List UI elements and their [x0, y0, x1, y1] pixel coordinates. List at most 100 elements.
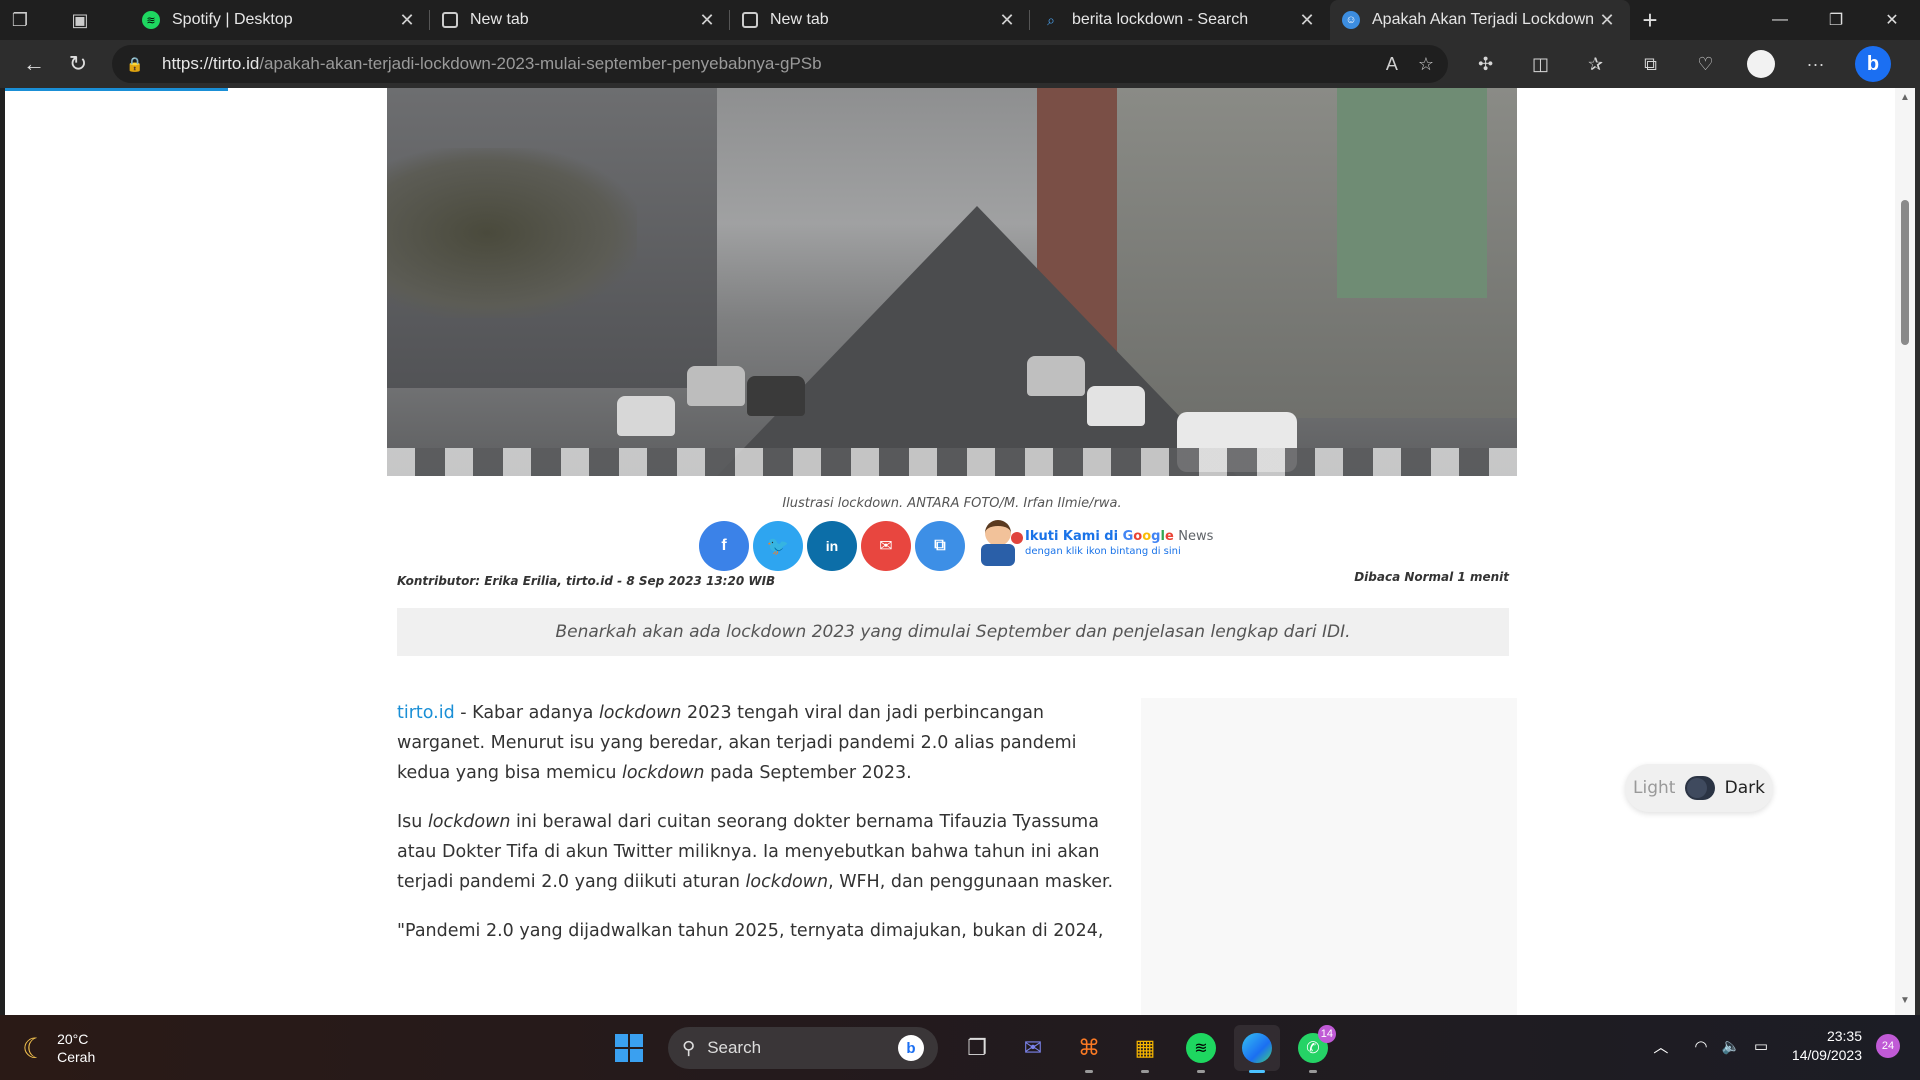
minimize-icon[interactable]: — — [1752, 0, 1808, 40]
wifi-icon[interactable]: ◠ — [1686, 1037, 1716, 1055]
close-window-icon[interactable]: ✕ — [1864, 0, 1920, 40]
article-summary: Benarkah akan ada lockdown 2023 yang dim… — [397, 608, 1509, 656]
whatsapp-badge: 14 — [1317, 1025, 1336, 1043]
address-bar[interactable]: 🔒 https://tirto.id /apakah-akan-terjadi-… — [112, 45, 1448, 83]
search-label: Search — [707, 1038, 762, 1057]
battery-icon[interactable]: ▭ — [1746, 1037, 1776, 1055]
image-caption: Ilustrasi lockdown. ANTARA FOTO/M. Irfan… — [782, 496, 1122, 511]
ad-placeholder — [1141, 698, 1517, 1015]
restore-icon[interactable]: ❐ — [1808, 0, 1864, 40]
bing-icon: b — [898, 1035, 924, 1061]
window-controls: — ❐ ✕ — [1752, 0, 1920, 40]
favorite-star-icon[interactable]: ☆ — [1418, 54, 1434, 75]
theme-switch[interactable] — [1685, 776, 1715, 800]
settings-more-icon[interactable]: ··· — [1788, 44, 1843, 84]
email-share-button[interactable]: ✉ — [861, 521, 911, 571]
paragraph: "Pandemi 2.0 yang dijadwalkan tahun 2025… — [397, 921, 1104, 941]
weather-condition: Cerah — [57, 1049, 96, 1065]
microsoft-store-icon[interactable]: ▦ — [1122, 1025, 1168, 1073]
source-link[interactable]: tirto.id — [397, 703, 455, 723]
close-icon[interactable]: ✕ — [696, 10, 718, 31]
twitter-share-button[interactable]: 🐦 — [753, 521, 803, 571]
google-news-prefix: Ikuti Kami di — [1025, 529, 1123, 544]
paragraph: tirto.id - Kabar adanya lockdown 2023 te… — [397, 703, 1077, 783]
article-hero-image — [387, 88, 1517, 476]
split-screen-icon[interactable]: ◫ — [1513, 44, 1568, 84]
search-icon: ⌕ — [1047, 11, 1055, 28]
google-logo: Google — [1122, 529, 1174, 544]
dark-label: Dark — [1724, 778, 1765, 798]
xampp-icon[interactable]: ⌘ — [1066, 1025, 1112, 1073]
collections-icon[interactable]: ⧉ — [1623, 44, 1678, 84]
start-button[interactable] — [606, 1025, 652, 1071]
tab-strip: ❐ ▣ ≋ Spotify | Desktop ✕ New tab ✕ New … — [0, 0, 1920, 40]
copy-link-button[interactable]: ⧉ — [915, 521, 965, 571]
teams-chat-icon[interactable]: ✉ — [1010, 1025, 1056, 1071]
read-time: Dibaca Normal 1 menit — [1354, 570, 1509, 584]
tab-search[interactable]: ⌕ berita lockdown - Search ✕ — [1030, 0, 1330, 40]
newtab-icon — [442, 12, 458, 28]
scroll-down-icon[interactable]: ▼ — [1895, 995, 1915, 1011]
reading-progress-bar — [5, 88, 228, 91]
scroll-up-icon[interactable]: ▲ — [1895, 92, 1915, 108]
tab-title: Spotify | Desktop — [172, 11, 293, 28]
search-icon: ⚲ — [682, 1037, 696, 1058]
spotify-taskbar-icon[interactable]: ≋ — [1178, 1025, 1224, 1073]
tab-newtab-1[interactable]: New tab ✕ — [430, 0, 730, 40]
read-aloud-icon[interactable]: A — [1386, 54, 1398, 75]
extensions-icon[interactable]: ✣ — [1458, 44, 1513, 84]
linkedin-share-button[interactable]: in — [807, 521, 857, 571]
system-tray: ︿ ◠ 🔈 ▭ 23:35 14/09/2023 24 — [1646, 1027, 1900, 1065]
taskbar-apps: ⚲ Search b ❐ ✉ ⌘ ▦ ≋ ✆ 14 — [606, 1025, 1336, 1073]
chevron-up-icon[interactable]: ︿ — [1646, 1036, 1676, 1057]
tab-title: New tab — [770, 11, 829, 28]
browser-essentials-icon[interactable]: ♡ — [1678, 44, 1733, 84]
taskbar: ☾ 20°C Cerah ⚲ Search b ❐ ✉ ⌘ ▦ ≋ ✆ 14 ︿ … — [0, 1015, 1920, 1080]
workspaces-icon[interactable]: ❐ — [0, 0, 40, 40]
task-view-icon[interactable]: ❐ — [954, 1025, 1000, 1071]
edge-icon[interactable] — [1234, 1025, 1280, 1073]
tab-title: berita lockdown - Search — [1072, 11, 1249, 28]
whatsapp-icon[interactable]: ✆ 14 — [1290, 1025, 1336, 1073]
newtab-icon — [742, 12, 758, 28]
date: 14/09/2023 — [1791, 1047, 1862, 1063]
tab-title: Apakah Akan Terjadi Lockdown 2 — [1372, 11, 1596, 28]
google-news-subtitle: dengan klik ikon bintang di sini — [1025, 546, 1181, 557]
navigation-bar: ← ↻ 🔒 https://tirto.id /apakah-akan-terj… — [0, 40, 1920, 88]
paragraph: Isu lockdown ini berawal dari cuitan seo… — [397, 812, 1114, 892]
clock[interactable]: 23:35 14/09/2023 — [1792, 1027, 1862, 1065]
favorites-icon[interactable]: ✰ — [1568, 44, 1623, 84]
close-icon[interactable]: ✕ — [1596, 10, 1618, 31]
article-body: tirto.id - Kabar adanya lockdown 2023 te… — [397, 698, 1117, 965]
time: 23:35 — [1826, 1028, 1862, 1044]
tab-actions-icon[interactable]: ▣ — [60, 0, 100, 40]
facebook-share-button[interactable]: f — [699, 521, 749, 571]
taskbar-search[interactable]: ⚲ Search b — [668, 1027, 938, 1069]
notification-badge[interactable]: 24 — [1876, 1034, 1900, 1058]
weather-widget[interactable]: ☾ 20°C Cerah — [22, 1030, 95, 1066]
close-icon[interactable]: ✕ — [996, 10, 1018, 31]
google-news-suffix: News — [1178, 529, 1214, 544]
tab-title: New tab — [470, 11, 529, 28]
page-viewport: Ilustrasi lockdown. ANTARA FOTO/M. Irfan… — [5, 88, 1900, 1015]
tirto-icon: ☺ — [1342, 11, 1360, 29]
url-path: /apakah-akan-terjadi-lockdown-2023-mulai… — [259, 54, 822, 73]
tab-newtab-2[interactable]: New tab ✕ — [730, 0, 1030, 40]
tab-spotify[interactable]: ≋ Spotify | Desktop ✕ — [130, 0, 430, 40]
page-scrollbar[interactable]: ▲ ▼ — [1895, 88, 1915, 1015]
google-news-follow[interactable]: Ikuti Kami di Google News dengan klik ik… — [977, 518, 1213, 568]
theme-toggle[interactable]: Light Dark — [1625, 764, 1773, 812]
moon-icon: ☾ — [22, 1032, 48, 1064]
light-label: Light — [1633, 778, 1676, 798]
back-icon[interactable]: ← — [12, 44, 56, 84]
temperature: 20°C — [57, 1031, 89, 1047]
close-icon[interactable]: ✕ — [1296, 10, 1318, 31]
new-tab-button[interactable]: + — [1630, 0, 1670, 40]
profile-avatar[interactable] — [1733, 44, 1788, 84]
close-icon[interactable]: ✕ — [396, 10, 418, 31]
tab-tirto[interactable]: ☺ Apakah Akan Terjadi Lockdown 2 ✕ — [1330, 0, 1630, 40]
refresh-icon[interactable]: ↻ — [56, 44, 100, 84]
scrollbar-thumb[interactable] — [1901, 200, 1909, 345]
copilot-icon[interactable]: b — [1855, 46, 1891, 82]
volume-icon[interactable]: 🔈 — [1716, 1037, 1746, 1055]
